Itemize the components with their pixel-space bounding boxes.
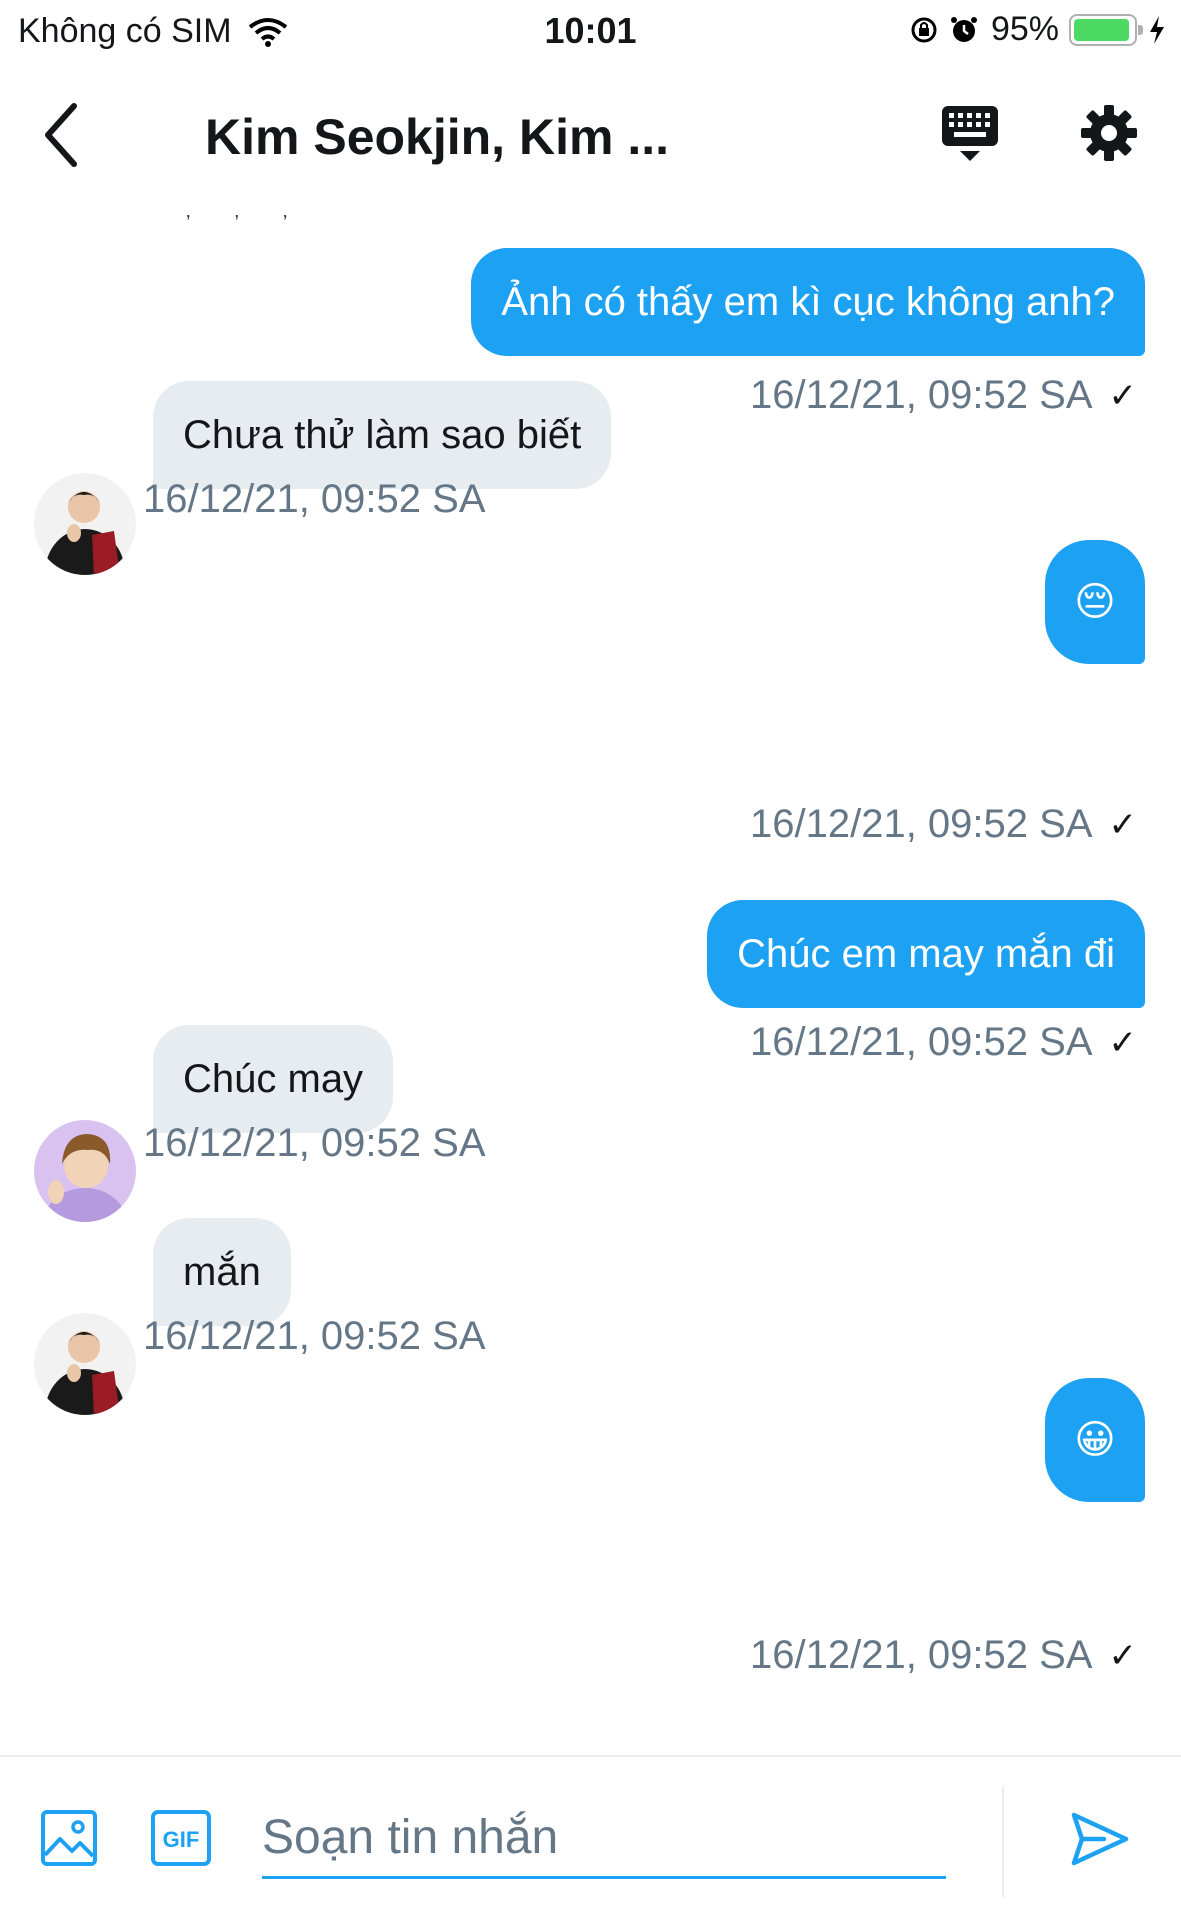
conversation-title[interactable]: Kim Seokjin, Kim ... [205,108,725,166]
charging-bolt-icon [1150,15,1164,44]
battery-icon [1069,13,1143,46]
avatar-2-image [34,1120,136,1222]
message-timestamp: 16/12/21, 09:52 SA ✓ [750,1633,1138,1677]
outgoing-message-bubble[interactable]: 😀 [1045,1378,1145,1502]
composer-divider [1002,1787,1004,1897]
message-text: Ảnh có thấy em kì cục không anh? [501,280,1115,324]
compose-message-input[interactable] [262,1799,946,1879]
alarm-icon [950,16,977,42]
outgoing-message-bubble[interactable]: Chúc em may mắn đi [707,900,1145,1008]
gif-button[interactable]: GIF [150,1809,212,1867]
message-timestamp: 16/12/21, 09:52 SA [143,1314,486,1358]
battery-percent: 95% [990,10,1059,48]
avatar-1-image [34,1313,136,1415]
message-text: Chúc em may mắn đi [737,932,1115,976]
image-icon[interactable] [40,1809,98,1867]
emoji-grinning: 😀 [1074,1418,1116,1462]
message-text: Chúc may [183,1057,364,1101]
status-indicators: 95% [899,10,1167,49]
avatar[interactable] [34,1313,136,1415]
message-composer: GIF [0,1755,1181,1920]
battery-level [1074,18,1130,41]
chevron-left-icon[interactable] [38,100,88,170]
avatar-1-image [34,473,136,575]
incoming-message-bubble[interactable]: mắn [153,1218,291,1326]
message-timestamp: 16/12/21, 09:52 SA ✓ [750,1020,1138,1064]
status-bar: Không có SIM 10:01 95% [0,0,1181,60]
message-timestamp: 16/12/21, 09:52 SA ✓ [750,373,1138,417]
avatar[interactable] [34,473,136,575]
send-icon[interactable] [1068,1809,1132,1869]
message-timestamp: 16/12/21, 09:52 SA [143,477,486,521]
outgoing-message-bubble[interactable]: Ảnh có thấy em kì cục không anh? [471,248,1145,356]
gif-icon: GIF [151,1810,211,1866]
incoming-message-bubble[interactable]: Chưa thử làm sao biết [153,381,612,489]
sent-check-icon: ✓ [1108,1023,1138,1062]
gear-icon[interactable] [1080,104,1138,162]
sent-check-icon: ✓ [1108,1636,1138,1675]
message-timestamp: 16/12/21, 09:52 SA ✓ [750,802,1138,846]
message-timestamp: 16/12/21, 09:52 SA [143,1121,486,1165]
keyboard-icon[interactable] [940,104,1000,164]
sent-check-icon: ✓ [1108,376,1138,415]
dm-conversation-screen: Không có SIM 10:01 95% Kim Seokjin, Kim … [0,0,1181,1920]
message-list[interactable]: Ảnh có thấy em kì cục không anh? 16/12/2… [0,215,1181,1745]
incoming-message-bubble[interactable]: Chúc may [153,1025,394,1133]
conversation-header: Kim Seokjin, Kim ... [0,60,1181,210]
orientation-lock-icon [911,17,937,42]
sent-check-icon: ✓ [1108,805,1138,844]
outgoing-message-bubble[interactable]: 😔 [1045,540,1145,664]
gif-label: GIF [163,1827,200,1852]
message-text: mắn [183,1250,261,1294]
avatar[interactable] [34,1120,136,1222]
message-text: Chưa thử làm sao biết [183,413,582,457]
emoji-pensive: 😔 [1074,580,1116,624]
